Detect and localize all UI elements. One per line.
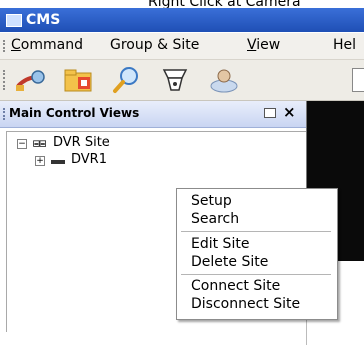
- folder-icon[interactable]: [62, 64, 96, 96]
- menu-edit-site[interactable]: Edit Site: [191, 236, 249, 252]
- menu-search[interactable]: Search: [191, 211, 239, 227]
- toolbar: [0, 60, 364, 101]
- panel-title: Main Control Views: [9, 106, 140, 120]
- connect-icon[interactable]: [14, 64, 48, 96]
- menu-separator: [181, 274, 331, 275]
- expand-icon[interactable]: +: [35, 156, 45, 166]
- panel-header: Main Control Views ×: [0, 101, 306, 128]
- title-bar: CMS: [0, 8, 364, 32]
- user-icon[interactable]: [206, 64, 240, 96]
- menu-connect-site[interactable]: Connect Site: [191, 278, 280, 294]
- tree-label-dvr1: DVR1: [71, 152, 107, 167]
- menu-group-site[interactable]: Group & Site: [110, 37, 199, 53]
- tree-item-dvr-site[interactable]: − DVR Site: [7, 135, 147, 152]
- device-icon[interactable]: [158, 64, 192, 96]
- menu-view[interactable]: View: [247, 37, 280, 53]
- dvr-icon: [51, 160, 65, 164]
- window-title: CMS: [26, 12, 61, 28]
- close-icon[interactable]: ×: [283, 103, 296, 121]
- collapse-icon[interactable]: −: [17, 139, 27, 149]
- toolbar-grip: [3, 70, 7, 90]
- menu-setup[interactable]: Setup: [191, 193, 232, 209]
- tree-item-dvr1[interactable]: + DVR1: [7, 152, 157, 169]
- menu-separator: [181, 231, 331, 232]
- caption-text: Right Click at Camera: [148, 0, 301, 10]
- search-icon[interactable]: [110, 64, 144, 96]
- menu-help[interactable]: Hel: [333, 37, 356, 53]
- menu-bar: Command Group & Site View Hel: [0, 33, 364, 60]
- menu-grip: [3, 40, 7, 52]
- toolbar-field[interactable]: [352, 68, 364, 92]
- maximize-icon[interactable]: [264, 108, 276, 118]
- app-icon: [6, 14, 22, 27]
- context-menu: Setup Search Edit Site Delete Site Conne…: [176, 188, 338, 320]
- site-icon: [33, 140, 47, 147]
- menu-disconnect-site[interactable]: Disconnect Site: [191, 296, 300, 312]
- tree-label-dvr-site: DVR Site: [53, 135, 110, 150]
- menu-delete-site[interactable]: Delete Site: [191, 254, 268, 270]
- menu-command[interactable]: Command: [11, 37, 83, 53]
- panel-grip: [3, 108, 7, 120]
